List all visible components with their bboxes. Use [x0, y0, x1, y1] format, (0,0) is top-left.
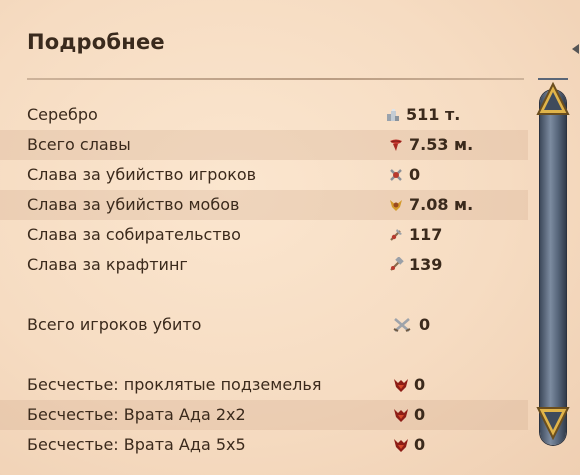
stat-label: Слава за собирательство: [27, 225, 241, 244]
stat-label: Всего славы: [27, 135, 131, 154]
stat-value: 0: [414, 435, 426, 454]
fame-icon: [388, 137, 404, 153]
stat-label: Бесчестье: Врата Ада 2x2: [27, 405, 246, 424]
gathering-fame-icon: [388, 227, 404, 243]
stat-row-infamy-cursed-dungeons: Бесчестье: проклятые подземелья 0: [0, 370, 528, 400]
stat-value: 7.53 м.: [409, 135, 474, 154]
stat-value: 0: [414, 405, 426, 424]
stat-label: Серебро: [27, 105, 98, 124]
scroll-down-arrow-icon[interactable]: [536, 404, 570, 441]
pvp-fame-icon: [388, 167, 404, 183]
crossed-swords-icon: [392, 317, 414, 333]
stat-row-crafting-fame: Слава за крафтинг 139: [0, 250, 528, 280]
scrollbar-top-line: [538, 78, 568, 80]
infamy-icon: [393, 437, 409, 453]
stat-value: 117: [409, 225, 443, 244]
stat-row-gathering-fame: Слава за собирательство 117: [0, 220, 528, 250]
stat-label: Всего игроков убито: [27, 315, 202, 334]
pve-fame-icon: [388, 197, 404, 213]
stat-row-players-killed: Всего игроков убито 0: [0, 310, 528, 340]
stat-row-silver: Серебро 511 т.: [0, 100, 528, 130]
stat-row-infamy-hellgate-2x2: Бесчестье: Врата Ада 2x2 0: [0, 400, 528, 430]
stat-value: 511 т.: [406, 105, 461, 124]
infamy-icon: [393, 377, 409, 393]
stat-label: Слава за убийство мобов: [27, 195, 240, 214]
stat-row-pve-fame: Слава за убийство мобов 7.08 м.: [0, 190, 528, 220]
title-divider: [27, 78, 524, 80]
stat-row-infamy-hellgate-5x5: Бесчестье: Врата Ада 5x5 0: [0, 430, 528, 460]
infamy-icon: [393, 407, 409, 423]
scroll-up-arrow-icon[interactable]: [536, 81, 570, 118]
stat-value: 0: [409, 165, 421, 184]
stat-row-total-fame: Всего славы 7.53 м.: [0, 130, 528, 160]
stat-label: Слава за убийство игроков: [27, 165, 257, 184]
stat-value: 0: [419, 315, 431, 334]
stat-label: Бесчестье: Врата Ада 5x5: [27, 435, 246, 454]
stat-label: Бесчестье: проклятые подземелья: [27, 375, 322, 394]
panel-title: Подробнее: [27, 30, 165, 54]
stat-row-pvp-fame: Слава за убийство игроков 0: [0, 160, 528, 190]
stat-value: 0: [414, 375, 426, 394]
stat-label: Слава за крафтинг: [27, 255, 188, 274]
collapse-arrow-icon[interactable]: [570, 40, 580, 54]
stat-value: 139: [409, 255, 443, 274]
scrollbar-thumb[interactable]: [540, 90, 566, 445]
details-panel: Подробнее Серебро 511 т. Всего славы 7.5…: [0, 0, 580, 475]
crafting-fame-icon: [388, 256, 404, 273]
silver-icon: [385, 107, 401, 123]
stat-value: 7.08 м.: [409, 195, 474, 214]
